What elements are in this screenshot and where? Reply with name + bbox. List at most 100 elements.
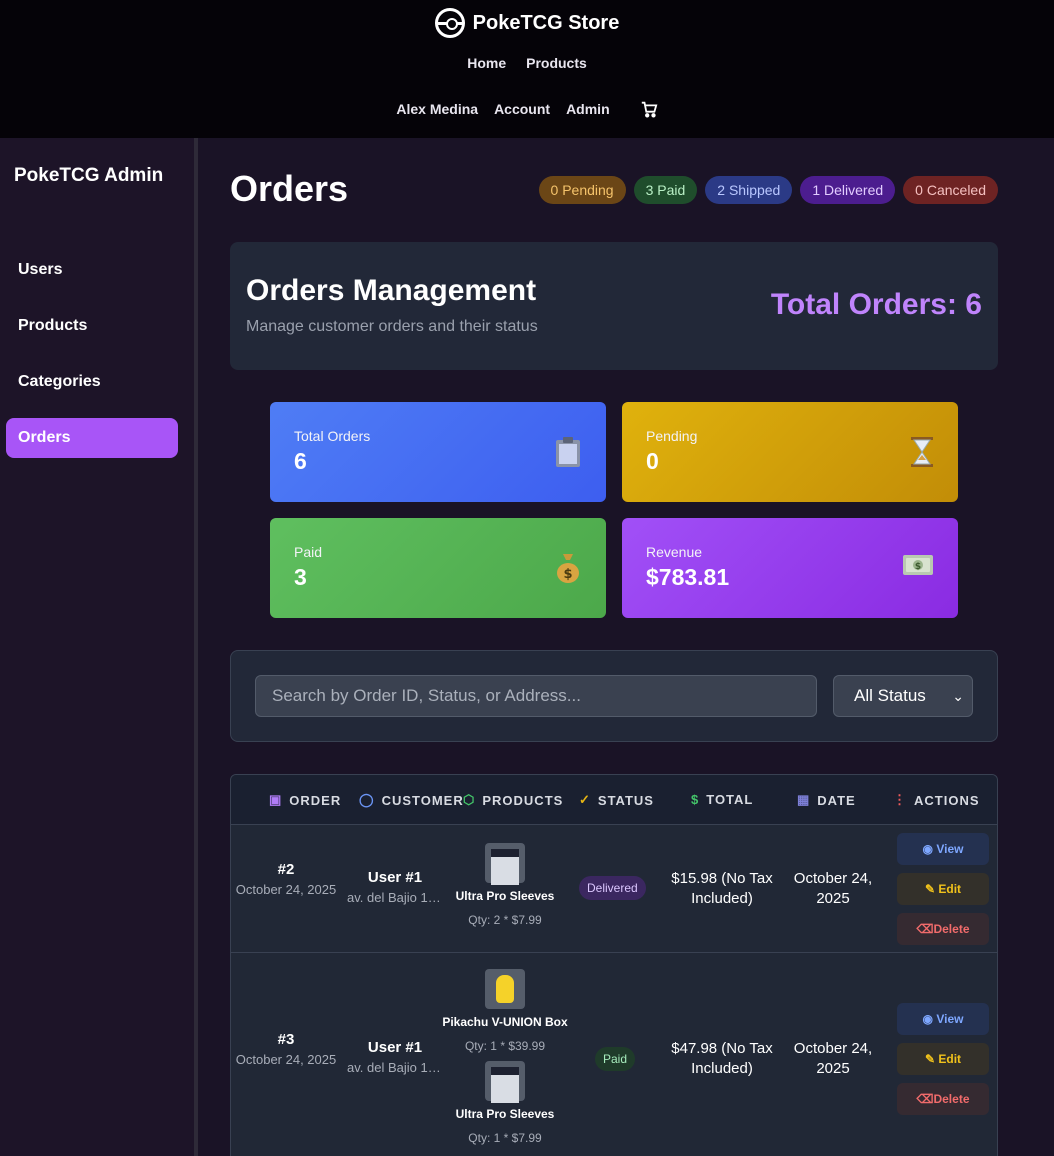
sidebar-item-categories[interactable]: Categories — [6, 362, 178, 402]
svg-text:$: $ — [563, 567, 572, 582]
product-qty: Qty: 1 * $7.99 — [468, 1131, 542, 1145]
stat-value: 3 — [294, 564, 307, 590]
customer-address: av. del Bajio 17... — [347, 890, 443, 905]
document-icon: ▣ — [269, 792, 283, 807]
calendar-icon: ▦ — [797, 792, 811, 807]
order-cell: #2 October 24, 2025 — [231, 861, 341, 898]
order-search-input[interactable] — [255, 675, 817, 717]
nav-user-link[interactable]: Alex Medina — [396, 101, 478, 117]
view-label: View — [936, 1012, 964, 1026]
stat-card-paid: Paid 3 $ — [270, 518, 606, 618]
status-filter-select[interactable]: All Status ⌄ — [833, 675, 973, 717]
trash-icon: ⌫ — [916, 922, 934, 936]
stat-label: Paid — [294, 544, 323, 560]
admin-sidebar: PokeTCG Admin Users Products Categories … — [0, 138, 194, 1156]
order-date: October 24, 2025 — [793, 870, 873, 907]
stat-value: 0 — [646, 448, 659, 474]
brand-name: PokeTCG Store — [472, 11, 620, 34]
status-badge: Delivered — [579, 876, 646, 900]
product-thumbnail — [485, 969, 525, 1009]
nav-home-link[interactable]: Home — [467, 55, 506, 71]
eye-icon: ◉ — [922, 842, 937, 856]
product-item: Ultra Pro Sleeves Qty: 1 * $7.99 — [439, 1061, 571, 1145]
sidebar-title: PokeTCG Admin — [14, 165, 164, 186]
badge-canceled: 0 Canceled — [903, 176, 998, 204]
user-icon: ◯ — [359, 792, 375, 807]
eye-icon: ◉ — [922, 1012, 937, 1026]
dollar-icon: $ — [691, 792, 700, 807]
status-filter-value: All Status — [854, 686, 926, 705]
more-vertical-icon: ⋮ — [893, 792, 907, 807]
customer-address: av. del Bajio 17... — [347, 1060, 443, 1075]
package-icon: ⬡ — [463, 792, 476, 807]
col-products-label: PRODUCTS — [482, 792, 564, 808]
order-date-small: October 24, 2025 — [235, 1052, 337, 1067]
clipboard-icon — [554, 436, 582, 475]
product-thumbnail — [485, 1061, 525, 1103]
edit-button[interactable]: ✎ Edit — [897, 1043, 989, 1075]
col-products[interactable]: ⬡ PRODUCTS — [463, 792, 563, 808]
dollar-bills-icon: $ — [902, 552, 934, 585]
view-button[interactable]: ◉ View — [897, 1003, 989, 1035]
product-qty: Qty: 1 * $39.99 — [464, 1039, 546, 1053]
svg-text:$: $ — [915, 562, 921, 572]
view-label: View — [936, 842, 964, 856]
badge-paid: 3 Paid — [633, 176, 698, 204]
table-row: #3 October 24, 2025 User #1 av. del Baji… — [231, 953, 997, 1156]
check-circle-icon: ✓ — [579, 792, 591, 807]
product-name: Ultra Pro Sleeves — [455, 1107, 555, 1121]
customer-cell: User #1 av. del Bajio 17... — [347, 869, 443, 905]
col-total-label: TOTAL — [706, 792, 754, 807]
customer-cell: User #1 av. del Bajio 17... — [347, 1039, 443, 1075]
management-title: Orders Management — [246, 274, 537, 307]
delete-label: Delete — [933, 922, 970, 936]
chevron-down-icon: ⌄ — [952, 688, 964, 704]
sidebar-item-products[interactable]: Products — [6, 306, 178, 346]
delete-label: Delete — [933, 1092, 970, 1106]
order-date: October 24, 2025 — [793, 1040, 873, 1077]
col-status[interactable]: ✓ STATUS — [579, 792, 654, 808]
table-header: ▣ ORDER ◯ CUSTOMER ⬡ PRODUCTS ✓ STATUS $… — [231, 775, 997, 825]
sidebar-item-orders[interactable]: Orders — [6, 418, 178, 458]
total-orders-count: Total Orders: 6 — [770, 288, 982, 321]
col-customer-label: CUSTOMER — [381, 792, 464, 808]
col-actions-label: ACTIONS — [914, 792, 980, 808]
stat-value: 6 — [294, 448, 307, 474]
orders-table: ▣ ORDER ◯ CUSTOMER ⬡ PRODUCTS ✓ STATUS $… — [230, 774, 998, 1156]
stat-label: Revenue — [646, 544, 703, 560]
cart-icon[interactable] — [640, 100, 658, 118]
col-actions[interactable]: ⋮ ACTIONS — [893, 792, 980, 808]
orders-management-panel: Orders Management Manage customer orders… — [230, 242, 998, 370]
filter-bar: All Status ⌄ — [230, 650, 998, 742]
col-total[interactable]: $ TOTAL — [691, 792, 753, 807]
product-item: Pikachu V-UNION Box Qty: 1 * $39.99 — [439, 969, 571, 1053]
delete-button[interactable]: ⌫Delete — [897, 913, 989, 945]
nav-account-link[interactable]: Account — [494, 101, 550, 117]
sidebar-item-users[interactable]: Users — [6, 250, 178, 290]
badge-pending: 0 Pending — [538, 176, 626, 204]
col-status-label: STATUS — [597, 792, 654, 808]
trash-icon: ⌫ — [916, 1092, 934, 1106]
product-name: Ultra Pro Sleeves — [455, 889, 555, 903]
table-row: #2 October 24, 2025 User #1 av. del Baji… — [231, 825, 997, 953]
nav-admin-link[interactable]: Admin — [566, 101, 610, 117]
nav-products-link[interactable]: Products — [526, 55, 587, 71]
stat-value: $783.81 — [646, 564, 730, 590]
edit-button[interactable]: ✎ Edit — [897, 873, 989, 905]
view-button[interactable]: ◉ View — [897, 833, 989, 865]
order-id: #2 — [277, 861, 295, 878]
product-qty: Qty: 2 * $7.99 — [468, 913, 542, 927]
brand[interactable]: PokeTCG Store — [0, 8, 1054, 38]
edit-label: Edit — [938, 882, 962, 896]
status-badge: Paid — [595, 1047, 636, 1071]
col-order[interactable]: ▣ ORDER — [269, 792, 341, 808]
status-summary-badges: 0 Pending 3 Paid 2 Shipped 1 Delivered 0… — [538, 176, 998, 204]
col-date[interactable]: ▦ DATE — [797, 792, 856, 808]
hourglass-icon — [910, 436, 934, 475]
order-id: #3 — [277, 1031, 295, 1048]
delete-button[interactable]: ⌫Delete — [897, 1083, 989, 1115]
sidebar-divider — [194, 138, 198, 1156]
top-navbar: PokeTCG Store Home Products Alex Medina … — [0, 0, 1054, 138]
badge-delivered: 1 Delivered — [800, 176, 896, 204]
col-customer[interactable]: ◯ CUSTOMER — [359, 792, 464, 808]
